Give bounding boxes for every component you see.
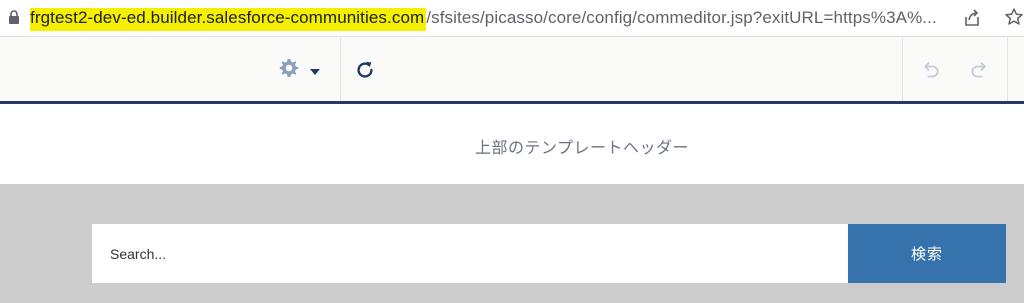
template-header-label: 上部のテンプレートヘッダー: [474, 140, 690, 157]
url-path: /sfsites/picasso/core/config/commeditor.…: [426, 8, 937, 27]
lock-icon[interactable]: [8, 10, 20, 29]
search-button[interactable]: 検索: [848, 224, 1006, 283]
undo-icon[interactable]: [921, 59, 941, 84]
toolbar-left-panel: [0, 37, 341, 101]
url-host: frgtest2-dev-ed.builder.salesforce-commu…: [30, 8, 427, 31]
search-region: 検索: [0, 184, 1024, 303]
redo-icon[interactable]: [969, 59, 989, 84]
undo-redo-group: [902, 37, 1008, 101]
settings-menu-button[interactable]: [278, 57, 320, 84]
refresh-icon[interactable]: [354, 59, 376, 86]
gear-icon: [278, 57, 300, 84]
builder-toolbar: [0, 37, 1024, 101]
url-text[interactable]: frgtest2-dev-ed.builder.salesforce-commu…: [30, 8, 937, 31]
chevron-down-icon: [310, 62, 320, 80]
search-input[interactable]: [92, 224, 848, 283]
bookmark-star-icon[interactable]: [1004, 7, 1024, 32]
browser-address-bar: frgtest2-dev-ed.builder.salesforce-commu…: [0, 0, 1024, 37]
share-icon[interactable]: [962, 8, 982, 33]
template-header[interactable]: 上部のテンプレートヘッダー: [0, 104, 1024, 184]
